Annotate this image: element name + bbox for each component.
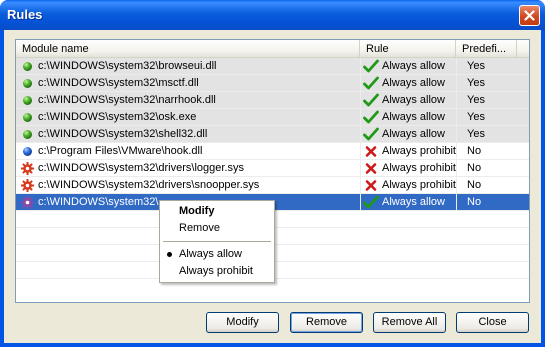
column-divider bbox=[360, 160, 361, 177]
gear-icon bbox=[21, 162, 34, 175]
predefined-cell: Yes bbox=[467, 77, 485, 89]
checkmark-icon bbox=[363, 110, 379, 125]
rule-cell: Always allow bbox=[382, 77, 445, 89]
red-x-icon bbox=[363, 144, 379, 159]
module-name-cell: c:\WINDOWS\system32\drivers\logger.sys bbox=[38, 162, 244, 174]
predefined-cell: Yes bbox=[467, 94, 485, 106]
predefined-cell: No bbox=[467, 162, 482, 174]
column-divider bbox=[456, 92, 457, 109]
green-dot-icon bbox=[21, 77, 34, 90]
rule-row[interactable]: c:\WINDOWS\system32\drivers\logger.sys Al… bbox=[16, 160, 529, 177]
dialog-client-area: Module name Rule Predefi... c:\WINDOWS\s… bbox=[4, 30, 541, 343]
gear-icon bbox=[21, 179, 34, 192]
column-divider bbox=[456, 160, 457, 177]
module-name-cell: c:\WINDOWS\system32\osk.exe bbox=[38, 111, 197, 123]
list-header: Module name Rule Predefi... bbox=[16, 40, 529, 58]
menu-item-remove[interactable]: Remove bbox=[160, 220, 274, 237]
green-dot-icon bbox=[21, 94, 34, 107]
column-divider bbox=[360, 109, 361, 126]
menu-item-label: Always allow bbox=[179, 248, 242, 260]
module-name-cell: c:\WINDOWS\system32\msctf.dll bbox=[38, 77, 199, 89]
predefined-cell: No bbox=[467, 145, 482, 157]
rule-row[interactable]: c:\WINDOWS\system32\drivers\snoopper.sys… bbox=[16, 177, 529, 194]
rule-cell: Always prohibit bbox=[382, 162, 456, 174]
red-x-icon bbox=[363, 178, 379, 193]
column-divider bbox=[456, 177, 457, 194]
column-divider bbox=[456, 143, 457, 160]
module-name-cell: c:\WINDOWS\system32\drivers\snoopper.sys bbox=[38, 179, 260, 191]
column-divider bbox=[360, 58, 361, 75]
column-divider bbox=[360, 177, 361, 194]
purple-gear-icon bbox=[21, 196, 34, 209]
menu-item-modify[interactable]: Modify bbox=[160, 203, 274, 220]
module-name-cell: c:\WINDOWS\system32\narrhook.dll bbox=[38, 94, 216, 106]
checkmark-icon bbox=[363, 195, 379, 210]
rule-cell: Always prohibit bbox=[382, 179, 456, 191]
rule-cell: Always allow bbox=[382, 196, 445, 208]
predefined-cell: Yes bbox=[467, 60, 485, 72]
rule-row[interactable]: c:\WINDOWS\system32\osk.exe Always allow Y… bbox=[16, 109, 529, 126]
rule-row[interactable]: c:\WINDOWS\system32\narrhook.dll Always a… bbox=[16, 92, 529, 109]
close-icon bbox=[524, 10, 535, 21]
column-header-module[interactable]: Module name bbox=[16, 40, 360, 58]
modify-button[interactable]: Modify bbox=[206, 312, 279, 333]
column-divider bbox=[360, 92, 361, 109]
column-header-predefined[interactable]: Predefi... bbox=[456, 40, 517, 58]
predefined-cell: No bbox=[467, 179, 482, 191]
menu-item-always-prohibit[interactable]: Always prohibit bbox=[160, 263, 274, 280]
column-divider bbox=[456, 194, 457, 211]
rule-row[interactable]: c:\WINDOWS\system32\browseui.dll Always a… bbox=[16, 58, 529, 75]
module-name-cell: c:\WINDOWS\system32\shell32.dll bbox=[38, 128, 208, 140]
context-menu: Modify Remove Always allow Always prohib… bbox=[159, 200, 275, 283]
remove-all-button[interactable]: Remove All bbox=[373, 312, 446, 333]
rule-row[interactable]: c:\WINDOWS\system32\msctf.dll Always allo… bbox=[16, 75, 529, 92]
column-divider bbox=[360, 75, 361, 92]
menu-separator bbox=[163, 241, 271, 242]
checkmark-icon bbox=[363, 59, 379, 74]
blue-dot-icon bbox=[21, 145, 34, 158]
checkmark-icon bbox=[363, 93, 379, 108]
window-title: Rules bbox=[7, 7, 43, 22]
module-name-cell: c:\WINDOWS\system32\browseui.dll bbox=[38, 60, 217, 72]
column-divider bbox=[360, 143, 361, 160]
close-window-button[interactable] bbox=[519, 5, 540, 26]
checkmark-icon bbox=[363, 76, 379, 91]
column-divider bbox=[360, 194, 361, 211]
predefined-cell: No bbox=[467, 196, 482, 208]
rule-row[interactable]: c:\Program Files\VMware\hook.dll Always p… bbox=[16, 143, 529, 160]
rule-cell: Always allow bbox=[382, 111, 445, 123]
red-x-icon bbox=[363, 161, 379, 176]
green-dot-icon bbox=[21, 111, 34, 124]
column-divider bbox=[456, 75, 457, 92]
close-button[interactable]: Close bbox=[456, 312, 529, 333]
rule-cell: Always allow bbox=[382, 94, 445, 106]
green-dot-icon bbox=[21, 128, 34, 141]
radio-bullet-icon bbox=[167, 252, 172, 257]
predefined-cell: Yes bbox=[467, 111, 485, 123]
column-divider bbox=[360, 126, 361, 143]
rule-row[interactable]: c:\WINDOWS\system32\shell32.dll Always al… bbox=[16, 126, 529, 143]
rule-cell: Always allow bbox=[382, 60, 445, 72]
module-name-cell: c:\Program Files\VMware\hook.dll bbox=[38, 145, 203, 157]
rule-cell: Always allow bbox=[382, 128, 445, 140]
green-dot-icon bbox=[21, 60, 34, 73]
rule-cell: Always prohibit bbox=[382, 145, 456, 157]
column-divider bbox=[456, 126, 457, 143]
title-bar[interactable]: Rules bbox=[0, 0, 545, 30]
column-divider bbox=[456, 109, 457, 126]
column-header-rule[interactable]: Rule bbox=[360, 40, 456, 58]
remove-button[interactable]: Remove bbox=[290, 312, 363, 333]
column-divider bbox=[456, 58, 457, 75]
menu-item-always-allow[interactable]: Always allow bbox=[160, 246, 274, 263]
rules-window: Rules Module name Rule Predefi... c:\WIN… bbox=[0, 0, 545, 347]
checkmark-icon bbox=[363, 127, 379, 142]
predefined-cell: Yes bbox=[467, 128, 485, 140]
